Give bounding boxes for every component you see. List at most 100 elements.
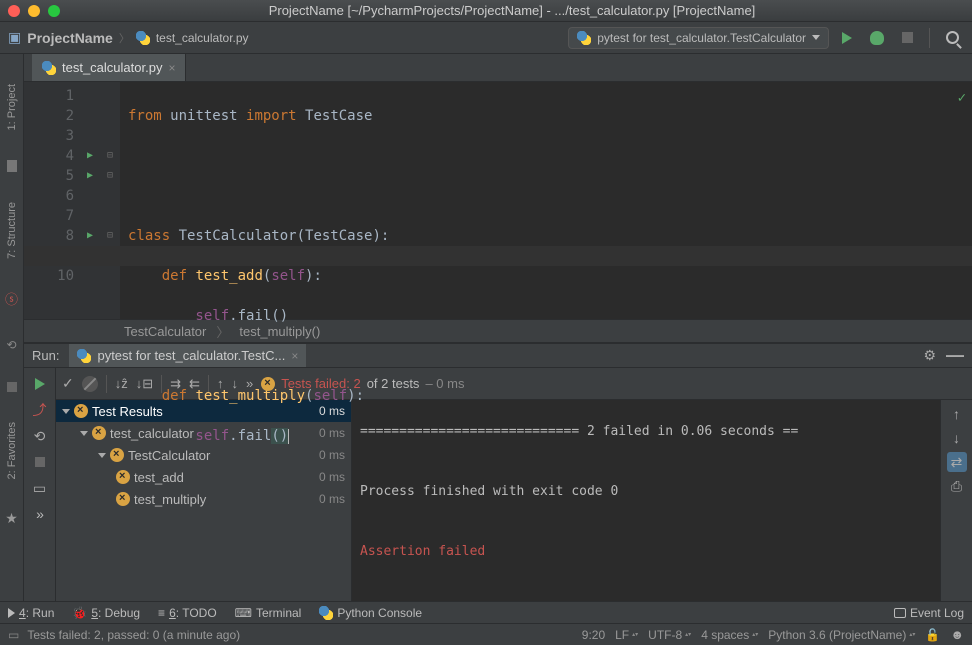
titlebar: ProjectName [~/PycharmProjects/ProjectNa… bbox=[0, 0, 972, 22]
debug-tab[interactable]: 🐞5: Debug bbox=[72, 606, 140, 620]
bottom-tool-tabs: 4: Run 🐞5: Debug ≡6: TODO ⌨Terminal Pyth… bbox=[0, 601, 972, 623]
sort-alphabetically-button[interactable]: ↓ẑ bbox=[115, 376, 128, 391]
python-file-icon bbox=[42, 61, 56, 75]
python-icon bbox=[77, 349, 91, 363]
fail-badge-icon bbox=[261, 377, 275, 391]
tab-label: test_calculator.py bbox=[62, 60, 162, 75]
cursor-position[interactable]: 9:20 bbox=[582, 628, 605, 642]
version-control-icon[interactable]: ⟲ bbox=[6, 338, 16, 352]
fail-icon bbox=[92, 426, 106, 440]
line-numbers-gutter: 12345678910 bbox=[24, 82, 80, 319]
expand-toggle[interactable] bbox=[62, 409, 70, 414]
fail-icon bbox=[74, 404, 88, 418]
project-name[interactable]: ProjectName bbox=[27, 30, 113, 46]
fail-icon bbox=[116, 492, 130, 506]
structure-tool-tab[interactable]: 7: Structure bbox=[6, 202, 18, 259]
stop-button[interactable] bbox=[28, 450, 52, 474]
fold-gutter: ⊟ ⊟ ⊟ bbox=[100, 82, 120, 319]
toggle-auto-test-button[interactable]: ⤴ bbox=[28, 398, 52, 422]
fold-marker[interactable]: ⊟ bbox=[100, 146, 120, 166]
code-editor[interactable]: 12345678910 ▶ ▶ ▶ ⊟ ⊟ ⊟ bbox=[24, 82, 972, 319]
python-interpreter[interactable]: Python 3.6 (ProjectName)▴▾ bbox=[768, 628, 915, 642]
expand-toggle[interactable] bbox=[98, 453, 106, 458]
fail-icon bbox=[110, 448, 124, 462]
separator bbox=[929, 28, 930, 48]
bug-icon bbox=[870, 31, 884, 45]
run-button[interactable] bbox=[835, 26, 859, 50]
bug-icon: 🐞 bbox=[72, 606, 87, 620]
structure-icon: ⓢ bbox=[5, 289, 18, 308]
python-console-tab[interactable]: Python Console bbox=[319, 606, 422, 620]
navigation-bar: ▣ ProjectName 〉 test_calculator.py pytes… bbox=[0, 22, 972, 54]
show-ignored-button[interactable] bbox=[82, 376, 98, 392]
fail-icon bbox=[116, 470, 130, 484]
editor-tab[interactable]: test_calculator.py × bbox=[32, 54, 186, 81]
console-error-line: Assertion failed bbox=[360, 542, 932, 562]
run-config-label: pytest for test_calculator.TestCalculato… bbox=[597, 31, 806, 45]
search-button[interactable] bbox=[940, 26, 964, 50]
line-separator[interactable]: LF▴▾ bbox=[615, 628, 638, 642]
run-label: Run: bbox=[32, 348, 59, 363]
window-minimize-button[interactable] bbox=[28, 5, 40, 17]
close-icon[interactable]: × bbox=[168, 61, 175, 75]
window-close-button[interactable] bbox=[8, 5, 20, 17]
play-icon bbox=[842, 32, 852, 44]
stop-icon bbox=[902, 32, 913, 43]
favorites-tab-label: 2: Favorites bbox=[6, 422, 18, 479]
inspection-ok-icon[interactable]: ✓ bbox=[958, 88, 966, 108]
show-passed-button[interactable]: ✓ bbox=[62, 375, 74, 392]
star-icon: ★ bbox=[5, 510, 18, 527]
tool-window-bar-left: 1: Project 7: Structure ⓢ ⟲ 2: Favorites… bbox=[0, 54, 24, 601]
folder-icon: ▣ bbox=[8, 29, 21, 46]
window-title: ProjectName [~/PycharmProjects/ProjectNa… bbox=[60, 3, 964, 18]
project-tool-tab[interactable]: 1: Project bbox=[6, 84, 18, 130]
file-icon bbox=[7, 160, 17, 172]
run-actions-toolbar: ⤴ ⟲ ▭ » bbox=[24, 368, 56, 601]
python-icon bbox=[319, 606, 333, 620]
event-log-tab[interactable]: Event Log bbox=[894, 606, 964, 620]
run-line-marker[interactable]: ▶ bbox=[80, 166, 100, 186]
breadcrumb-separator: 〉 bbox=[119, 30, 130, 46]
status-message: Tests failed: 2, passed: 0 (a minute ago… bbox=[27, 628, 240, 642]
todo-tab[interactable]: ≡6: TODO bbox=[158, 606, 217, 620]
status-bar: ▭ Tests failed: 2, passed: 0 (a minute a… bbox=[0, 623, 972, 645]
fold-marker[interactable]: ⊟ bbox=[100, 226, 120, 246]
status-icon[interactable]: ▭ bbox=[8, 628, 19, 642]
play-icon bbox=[8, 608, 15, 618]
terminal-icon: ⌨ bbox=[235, 606, 252, 620]
favorites-tool-tab[interactable]: 2: Favorites bbox=[6, 422, 18, 479]
file-name[interactable]: test_calculator.py bbox=[156, 31, 249, 45]
structure-tab-label: 7: Structure bbox=[6, 202, 18, 259]
more-button[interactable]: » bbox=[28, 502, 52, 526]
lock-icon[interactable]: 🔓 bbox=[925, 628, 940, 642]
terminal-tab[interactable]: ⌨Terminal bbox=[235, 606, 302, 620]
rerun-button[interactable] bbox=[28, 372, 52, 396]
python-icon bbox=[577, 31, 591, 45]
stop-button[interactable] bbox=[895, 26, 919, 50]
search-icon bbox=[946, 31, 959, 44]
fold-marker[interactable]: ⊟ bbox=[100, 166, 120, 186]
run-line-marker[interactable]: ▶ bbox=[80, 226, 100, 246]
editor-gutter: ▶ ▶ ▶ bbox=[80, 82, 100, 319]
python-file-icon bbox=[136, 31, 150, 45]
text-cursor bbox=[288, 429, 289, 444]
fold-marker[interactable] bbox=[100, 186, 120, 206]
refresh-button[interactable]: ⟲ bbox=[28, 424, 52, 448]
editor-tab-bar: test_calculator.py × bbox=[24, 54, 972, 82]
run-config-selector[interactable]: pytest for test_calculator.TestCalculato… bbox=[568, 27, 829, 49]
debug-button[interactable] bbox=[865, 26, 889, 50]
file-encoding[interactable]: UTF-8▴▾ bbox=[648, 628, 691, 642]
speech-bubble-icon bbox=[894, 608, 906, 618]
chevron-down-icon bbox=[812, 35, 820, 40]
indent-setting[interactable]: 4 spaces▴▾ bbox=[701, 628, 758, 642]
project-tab-label: 1: Project bbox=[6, 84, 18, 130]
list-icon: ≡ bbox=[158, 606, 165, 620]
run-tab[interactable]: 4: Run bbox=[8, 606, 54, 620]
pin-button[interactable]: ▭ bbox=[28, 476, 52, 500]
code-content[interactable]: from unittest import TestCase class Test… bbox=[120, 82, 972, 319]
run-line-marker[interactable]: ▶ bbox=[80, 146, 100, 166]
expand-toggle[interactable] bbox=[80, 431, 88, 436]
window-maximize-button[interactable] bbox=[48, 5, 60, 17]
stop-square-icon bbox=[7, 382, 17, 392]
inspector-icon[interactable]: ☻ bbox=[950, 627, 964, 642]
